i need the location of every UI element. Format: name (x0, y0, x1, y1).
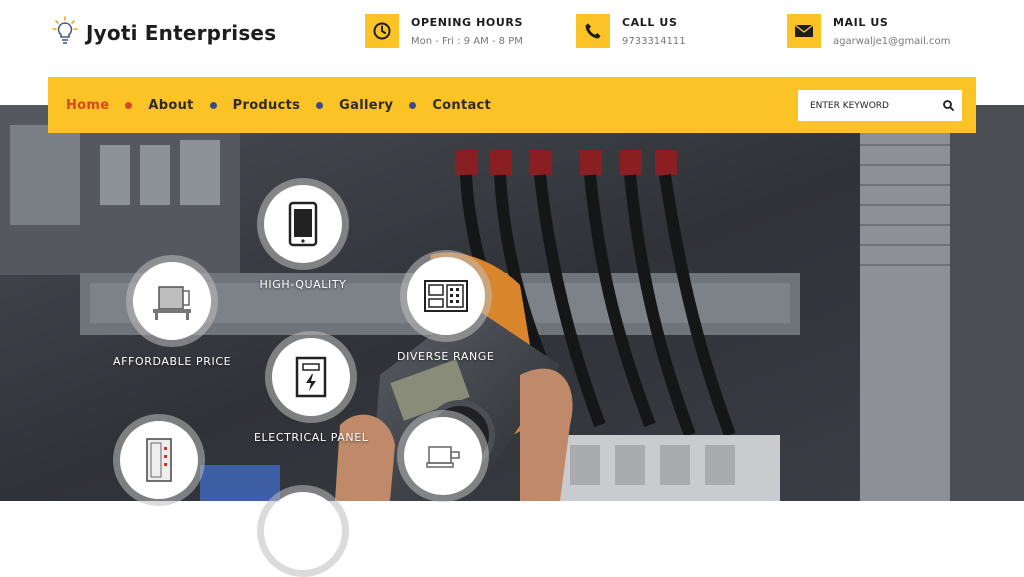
partial-feature-icon (264, 492, 342, 570)
mail-us-title: MAIL US (833, 16, 889, 29)
search-icon[interactable] (943, 100, 954, 111)
nav-item-contact[interactable]: Contact (432, 98, 491, 113)
feature-label: DIVERSE RANGE (397, 350, 495, 363)
nav-separator-icon (125, 101, 133, 109)
opening-hours-value: Mon - Fri : 9 AM - 8 PM (411, 36, 523, 47)
nav-item-products[interactable]: Products (233, 98, 301, 113)
nav-item-gallery[interactable]: Gallery (339, 98, 393, 113)
nav-item-home[interactable]: Home (66, 98, 109, 113)
call-us-value[interactable]: 9733314111 (622, 36, 686, 47)
brand-logo[interactable]: Jyoti Enterprises (52, 16, 276, 50)
feature-electrical-panel[interactable]: ELECTRICAL PANEL (254, 331, 369, 444)
phone-icon (576, 14, 610, 48)
search-input[interactable] (810, 100, 935, 111)
brand-name: Jyoti Enterprises (86, 21, 277, 45)
feature-partial[interactable] (257, 485, 349, 577)
feature-high-quality[interactable]: HIGH-QUALITY (257, 178, 349, 291)
search-box (798, 90, 962, 121)
feature-label: HIGH-QUALITY (259, 278, 347, 291)
call-us-title: CALL US (622, 16, 678, 29)
control-panel-icon (406, 257, 485, 335)
main-navbar: Home About Products Gallery Contact (48, 77, 976, 133)
feature-label: ELECTRICAL PANEL (254, 431, 369, 444)
feature-diverse-range[interactable]: DIVERSE RANGE (397, 250, 495, 363)
feature-cabinet[interactable] (113, 414, 205, 514)
feature-label: AFFORDABLE PRICE (113, 355, 232, 368)
call-us-info: CALL US 9733314111 (576, 14, 686, 48)
motor-icon (404, 417, 482, 495)
nav-separator-icon (316, 101, 324, 109)
electrical-panel-icon (272, 338, 351, 416)
nav-separator-icon (409, 101, 417, 109)
feature-affordable-price[interactable]: AFFORDABLE PRICE (113, 255, 231, 368)
feature-motor[interactable] (397, 410, 489, 510)
opening-hours-title: OPENING HOURS (411, 16, 523, 29)
envelope-icon (787, 14, 821, 48)
machine-icon (133, 262, 212, 340)
clock-icon (365, 14, 399, 48)
lightbulb-icon (52, 16, 78, 50)
mail-us-info: MAIL US agarwalje1@gmail.com (787, 14, 950, 48)
mail-us-value[interactable]: agarwalje1@gmail.com (833, 36, 950, 47)
nav-item-about[interactable]: About (148, 98, 193, 113)
opening-hours-info: OPENING HOURS Mon - Fri : 9 AM - 8 PM (365, 14, 523, 48)
smartphone-icon (264, 185, 342, 263)
cabinet-icon (120, 421, 198, 499)
nav-separator-icon (209, 101, 217, 109)
